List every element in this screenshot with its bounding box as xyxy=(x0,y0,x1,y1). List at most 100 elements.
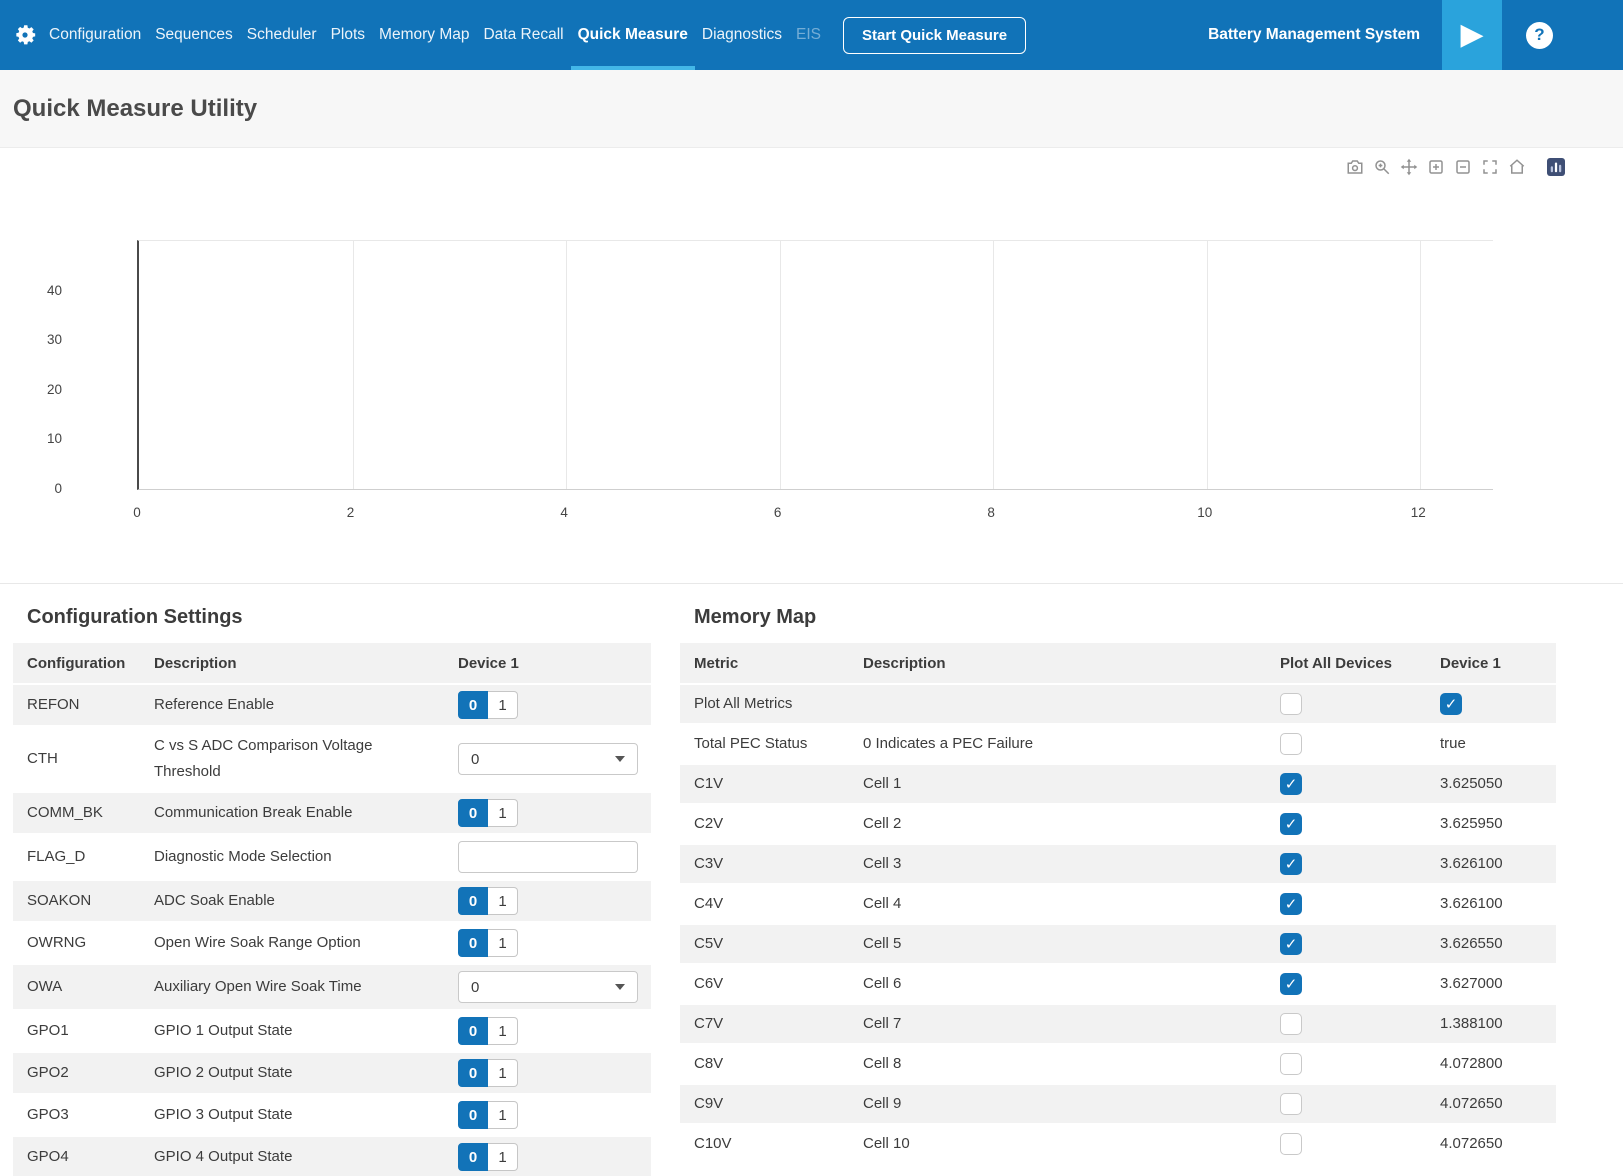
camera-icon[interactable] xyxy=(1346,158,1364,176)
page-title-bar: Quick Measure Utility xyxy=(0,70,1623,148)
plotly-logo-icon[interactable] xyxy=(1547,158,1565,176)
metric-name: C9V xyxy=(680,1083,849,1123)
nav-item-data-recall[interactable]: Data Recall xyxy=(476,0,570,70)
col-mm-description: Description xyxy=(849,643,1266,683)
device1-cell: 3.626100 xyxy=(1426,883,1556,923)
pan-icon[interactable] xyxy=(1400,158,1418,176)
chevron-down-icon xyxy=(615,984,625,990)
metric-description: Cell 3 xyxy=(849,843,1266,883)
metric-name-text: C10V xyxy=(694,1131,732,1157)
comm-bk-option-1[interactable]: 1 xyxy=(488,799,518,827)
plot-all-devices-cell xyxy=(1266,1123,1426,1163)
flag-d-input[interactable] xyxy=(458,841,638,873)
memory-map-row-c10v: C10VCell 104.072650 xyxy=(680,1123,1556,1163)
home-icon[interactable] xyxy=(1508,158,1526,176)
config-control-cell xyxy=(444,833,651,879)
device1-cell: 4.072650 xyxy=(1426,1083,1556,1123)
config-description: GPIO 1 Output State xyxy=(140,1009,444,1051)
total-pec-status-plot-all-devices-checkbox[interactable] xyxy=(1280,733,1302,755)
start-quick-measure-button[interactable]: Start Quick Measure xyxy=(843,17,1026,54)
c1v-plot-all-devices-checkbox[interactable]: ✓ xyxy=(1280,773,1302,795)
nav-item-memory-map[interactable]: Memory Map xyxy=(372,0,476,70)
c2v-plot-all-devices-checkbox[interactable]: ✓ xyxy=(1280,813,1302,835)
metric-name-text: C4V xyxy=(694,891,723,917)
plot-area[interactable] xyxy=(137,240,1493,490)
c9v-plot-all-devices-checkbox[interactable] xyxy=(1280,1093,1302,1115)
metric-description-text: Cell 10 xyxy=(863,1131,910,1157)
memory-map-row-c1v: C1VCell 1✓3.625050 xyxy=(680,763,1556,803)
nav-item-eis[interactable]: EIS xyxy=(789,0,828,70)
owrng-option-1[interactable]: 1 xyxy=(488,929,518,957)
c6v-plot-all-devices-checkbox[interactable]: ✓ xyxy=(1280,973,1302,995)
zoom-in-icon[interactable] xyxy=(1427,158,1445,176)
x-tick-0: 0 xyxy=(133,505,141,520)
header-right-group: Battery Management System ▶ ? xyxy=(1208,0,1623,70)
help-icon[interactable]: ? xyxy=(1526,22,1553,49)
zoom-out-icon[interactable] xyxy=(1454,158,1472,176)
config-description-text: C vs S ADC Comparison Voltage Threshold xyxy=(154,733,430,785)
plot-all-devices-cell: ✓ xyxy=(1266,923,1426,963)
metric-description: Cell 4 xyxy=(849,883,1266,923)
config-name: GPO3 xyxy=(13,1093,140,1135)
memory-map-row-c6v: C6VCell 6✓3.627000 xyxy=(680,963,1556,1003)
gpo3-option-0[interactable]: 0 xyxy=(458,1101,488,1129)
soakon-option-1[interactable]: 1 xyxy=(488,887,518,915)
config-name: OWRNG xyxy=(13,921,140,963)
config-description-text: Reference Enable xyxy=(154,692,274,718)
c7v-plot-all-devices-checkbox[interactable] xyxy=(1280,1013,1302,1035)
c10v-plot-all-devices-checkbox[interactable] xyxy=(1280,1133,1302,1155)
gridline-x-12 xyxy=(1420,241,1421,489)
c8v-plot-all-devices-checkbox[interactable] xyxy=(1280,1053,1302,1075)
metric-name-text: C7V xyxy=(694,1011,723,1037)
c5v-plot-all-devices-checkbox[interactable]: ✓ xyxy=(1280,933,1302,955)
plot-all-metrics-plot-all-devices-checkbox[interactable] xyxy=(1280,693,1302,715)
settings-gear-icon[interactable] xyxy=(12,22,38,48)
plot-all-metrics-device1-checkbox[interactable]: ✓ xyxy=(1440,693,1462,715)
config-control-cell: 01 xyxy=(444,791,651,833)
zoom-icon[interactable] xyxy=(1373,158,1391,176)
gpo2-option-0[interactable]: 0 xyxy=(458,1059,488,1087)
config-name: GPO4 xyxy=(13,1135,140,1176)
config-description: Open Wire Soak Range Option xyxy=(140,921,444,963)
plot-all-devices-cell: ✓ xyxy=(1266,963,1426,1003)
nav-item-scheduler[interactable]: Scheduler xyxy=(240,0,324,70)
nav-item-quick-measure[interactable]: Quick Measure xyxy=(571,0,695,70)
gpo3-option-1[interactable]: 1 xyxy=(488,1101,518,1129)
nav-item-diagnostics[interactable]: Diagnostics xyxy=(695,0,789,70)
x-tick-2: 2 xyxy=(347,505,355,520)
soakon-option-0[interactable]: 0 xyxy=(458,887,488,915)
refon-option-1[interactable]: 1 xyxy=(488,691,518,719)
x-tick-12: 12 xyxy=(1411,505,1426,520)
refon-option-0[interactable]: 0 xyxy=(458,691,488,719)
run-play-button[interactable]: ▶ xyxy=(1442,0,1502,70)
gpo4-option-1[interactable]: 1 xyxy=(488,1143,518,1171)
gpo1-toggle: 01 xyxy=(458,1017,518,1045)
gpo4-option-0[interactable]: 0 xyxy=(458,1143,488,1171)
c4v-plot-all-devices-checkbox[interactable]: ✓ xyxy=(1280,893,1302,915)
config-name-text: GPO4 xyxy=(27,1144,69,1170)
nav-item-configuration[interactable]: Configuration xyxy=(42,0,148,70)
config-description: Communication Break Enable xyxy=(140,791,444,833)
owrng-option-0[interactable]: 0 xyxy=(458,929,488,957)
config-description-text: Diagnostic Mode Selection xyxy=(154,844,332,870)
owa-dropdown[interactable]: 0 xyxy=(458,971,638,1003)
metric-description: Cell 8 xyxy=(849,1043,1266,1083)
device1-cell: 3.626100 xyxy=(1426,843,1556,883)
config-row-comm-bk: COMM_BKCommunication Break Enable01 xyxy=(13,791,651,833)
metric-name-text: C9V xyxy=(694,1091,723,1117)
nav-item-plots[interactable]: Plots xyxy=(324,0,372,70)
autoscale-icon[interactable] xyxy=(1481,158,1499,176)
cth-dropdown[interactable]: 0 xyxy=(458,743,638,775)
config-row-gpo2: GPO2GPIO 2 Output State01 xyxy=(13,1051,651,1093)
metric-name: C2V xyxy=(680,803,849,843)
plot-all-devices-cell: ✓ xyxy=(1266,763,1426,803)
c3v-plot-all-devices-checkbox[interactable]: ✓ xyxy=(1280,853,1302,875)
gpo1-option-0[interactable]: 0 xyxy=(458,1017,488,1045)
metric-description: Cell 9 xyxy=(849,1083,1266,1123)
comm-bk-option-0[interactable]: 0 xyxy=(458,799,488,827)
gpo2-option-1[interactable]: 1 xyxy=(488,1059,518,1087)
nav-item-sequences[interactable]: Sequences xyxy=(148,0,240,70)
dropdown-value: 0 xyxy=(471,751,479,768)
config-description: Reference Enable xyxy=(140,683,444,725)
gpo1-option-1[interactable]: 1 xyxy=(488,1017,518,1045)
